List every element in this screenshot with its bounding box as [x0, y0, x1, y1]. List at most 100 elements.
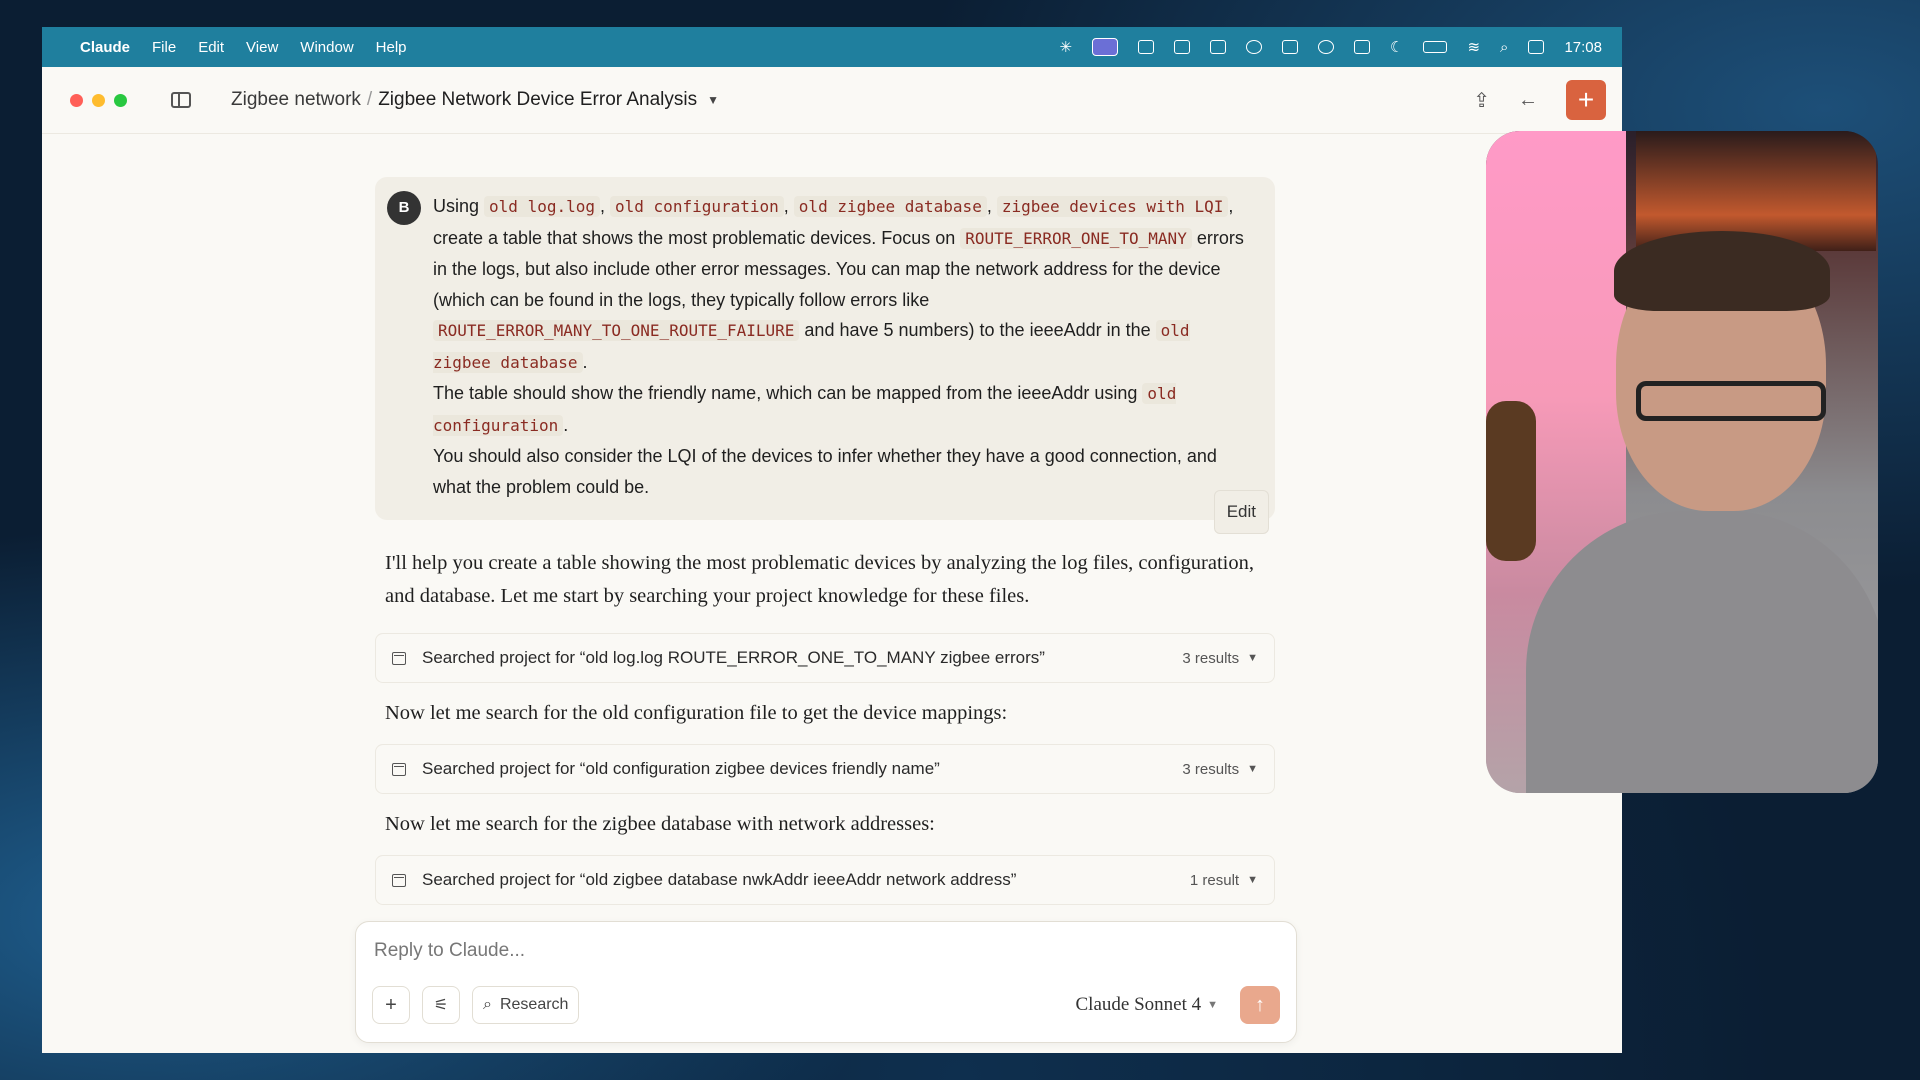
zoom-window-button[interactable] [114, 93, 127, 107]
sync-icon[interactable] [1318, 40, 1335, 54]
tools-settings-button[interactable]: ⚟ [422, 986, 460, 1024]
results-count[interactable]: 3 results ▼ [1182, 761, 1258, 778]
research-label: Research [499, 996, 569, 1013]
conversation-title[interactable]: Zigbee Network Device Error Analysis [378, 89, 697, 111]
model-label: Claude Sonnet 4 [1075, 994, 1202, 1015]
menu-app-name[interactable]: Claude [80, 39, 130, 56]
inline-code: old zigbee database [793, 196, 987, 217]
spotlight-search-icon[interactable]: ⌕ [1500, 39, 1508, 56]
send-button[interactable]: ↑ [1240, 986, 1280, 1024]
app-window: Zigbee network / Zigbee Network Device E… [42, 67, 1622, 1053]
menu-help[interactable]: Help [376, 39, 407, 56]
close-window-button[interactable] [70, 93, 83, 107]
arrow-up-icon: ↑ [1255, 993, 1265, 1016]
results-label: 1 result [1189, 871, 1240, 889]
breadcrumb: Zigbee network / Zigbee Network Device E… [231, 89, 719, 111]
control-center-icon[interactable] [1528, 40, 1545, 54]
plus-icon: + [385, 993, 397, 1016]
claude-status-icon[interactable]: ✳ [1059, 38, 1072, 56]
webcam-guitar [1486, 401, 1536, 561]
breadcrumb-project-link[interactable]: Zigbee network [231, 89, 361, 111]
search-result-row[interactable]: Searched project for “old log.log ROUTE_… [375, 633, 1275, 683]
assistant-step-text: Now let me search for the zigbee databas… [385, 813, 935, 835]
title-actions: ⇪ ← + [1473, 80, 1606, 120]
battery-icon[interactable] [1423, 41, 1448, 53]
menu-view[interactable]: View [246, 39, 278, 56]
inline-code: old log.log [484, 196, 600, 217]
font-icon[interactable] [1138, 40, 1155, 54]
clipboard-icon[interactable] [1354, 40, 1371, 54]
screen-share-icon[interactable] [1092, 38, 1119, 56]
document-icon [392, 873, 406, 887]
sidebar-toggle-icon[interactable] [171, 92, 191, 108]
status-area: ✳ ☾ ≋ ⌕ 17:08 [1059, 38, 1602, 56]
inline-code: old configuration [610, 196, 784, 217]
text-fragment: The table should show the friendly name,… [433, 383, 1143, 403]
inline-code: zigbee devices with LQI [996, 196, 1229, 217]
chevron-down-icon: ▼ [1247, 874, 1258, 886]
record-icon[interactable] [1246, 40, 1263, 54]
usb-icon[interactable] [1282, 40, 1299, 54]
user-message: B Using old log.log, old configuration, … [375, 177, 1275, 534]
menu-edit[interactable]: Edit [198, 39, 224, 56]
reply-tools: + ⚟ ⌕ Research [372, 986, 580, 1024]
window-controls [70, 93, 127, 107]
edit-message-button[interactable]: Edit [1213, 489, 1269, 534]
reply-input[interactable]: Reply to Claude... [374, 940, 525, 962]
search-query: Searched project for “old log.log ROUTE_… [422, 648, 1045, 667]
chevron-down-icon[interactable]: ▼ [707, 93, 719, 107]
webcam-person-glasses [1636, 381, 1826, 421]
search-icon: ⌕ [483, 996, 492, 1013]
reply-box[interactable]: Reply to Claude... + ⚟ ⌕ Research Claude … [355, 921, 1297, 1043]
text-fragment: and have 5 numbers) to the ieeeAddr in t… [799, 320, 1156, 340]
model-selector[interactable]: Claude Sonnet 4 ▼ [1076, 994, 1219, 1016]
search-query: Searched project for “old configuration … [422, 759, 940, 778]
text-fragment: , [986, 196, 997, 216]
search-result-row[interactable]: Searched project for “old configuration … [375, 744, 1275, 794]
text-fragment: , [600, 196, 611, 216]
wifi-icon[interactable]: ≋ [1467, 38, 1480, 56]
text-fragment: . [563, 414, 569, 435]
webcam-overlay [1486, 131, 1878, 793]
menu-clock[interactable]: 17:08 [1564, 39, 1602, 56]
back-arrow-icon[interactable]: ← [1518, 89, 1538, 112]
results-count[interactable]: 1 result ▼ [1190, 872, 1258, 889]
user-message-text: Using old log.log, old configuration, ol… [433, 191, 1251, 502]
results-label: 3 results [1182, 760, 1240, 778]
inline-code: ROUTE_ERROR_ONE_TO_MANY [960, 227, 1192, 249]
avatar: B [387, 191, 421, 225]
search-result-row[interactable]: Searched project for “old zigbee databas… [375, 855, 1275, 905]
cube-icon[interactable] [1174, 40, 1191, 54]
research-button[interactable]: ⌕ Research [472, 986, 580, 1024]
chevron-down-icon: ▼ [1247, 652, 1258, 664]
title-bar: Zigbee network / Zigbee Network Device E… [42, 67, 1622, 134]
chevron-down-icon: ▼ [1247, 763, 1258, 775]
moon-icon[interactable]: ☾ [1390, 38, 1403, 56]
webcam-person-hair [1614, 231, 1830, 311]
document-icon [392, 651, 406, 665]
inline-code: ROUTE_ERROR_MANY_TO_ONE_ROUTE_FAILURE [433, 320, 800, 341]
webcam-person-body [1526, 511, 1878, 793]
new-chat-button[interactable]: + [1566, 80, 1606, 120]
menu-file[interactable]: File [152, 39, 176, 56]
results-count[interactable]: 3 results ▼ [1182, 650, 1258, 667]
results-label: 3 results [1182, 649, 1240, 667]
assistant-intro: I'll help you create a table showing the… [385, 552, 1254, 607]
text-fragment: Using [433, 196, 485, 216]
breadcrumb-separator: / [366, 89, 373, 110]
text-fragment: , [783, 196, 794, 216]
add-attachment-button[interactable]: + [372, 986, 410, 1024]
share-icon[interactable]: ⇪ [1473, 88, 1490, 113]
search-query: Searched project for “old zigbee databas… [422, 870, 1017, 889]
document-icon [392, 762, 406, 776]
menu-bar: Claude File Edit View Window Help ✳ ☾ ≋ … [42, 27, 1622, 67]
text-fragment: You should also consider the LQI of the … [433, 446, 1217, 497]
chevron-down-icon: ▼ [1207, 999, 1218, 1011]
menu-window[interactable]: Window [300, 39, 353, 56]
conversation: B Using old log.log, old configuration, … [375, 177, 1281, 905]
sliders-icon: ⚟ [433, 997, 449, 1014]
sign-icon[interactable] [1210, 40, 1227, 54]
text-fragment: . [582, 351, 588, 372]
minimize-window-button[interactable] [92, 93, 105, 107]
assistant-step-text: Now let me search for the old configurat… [385, 702, 1008, 724]
